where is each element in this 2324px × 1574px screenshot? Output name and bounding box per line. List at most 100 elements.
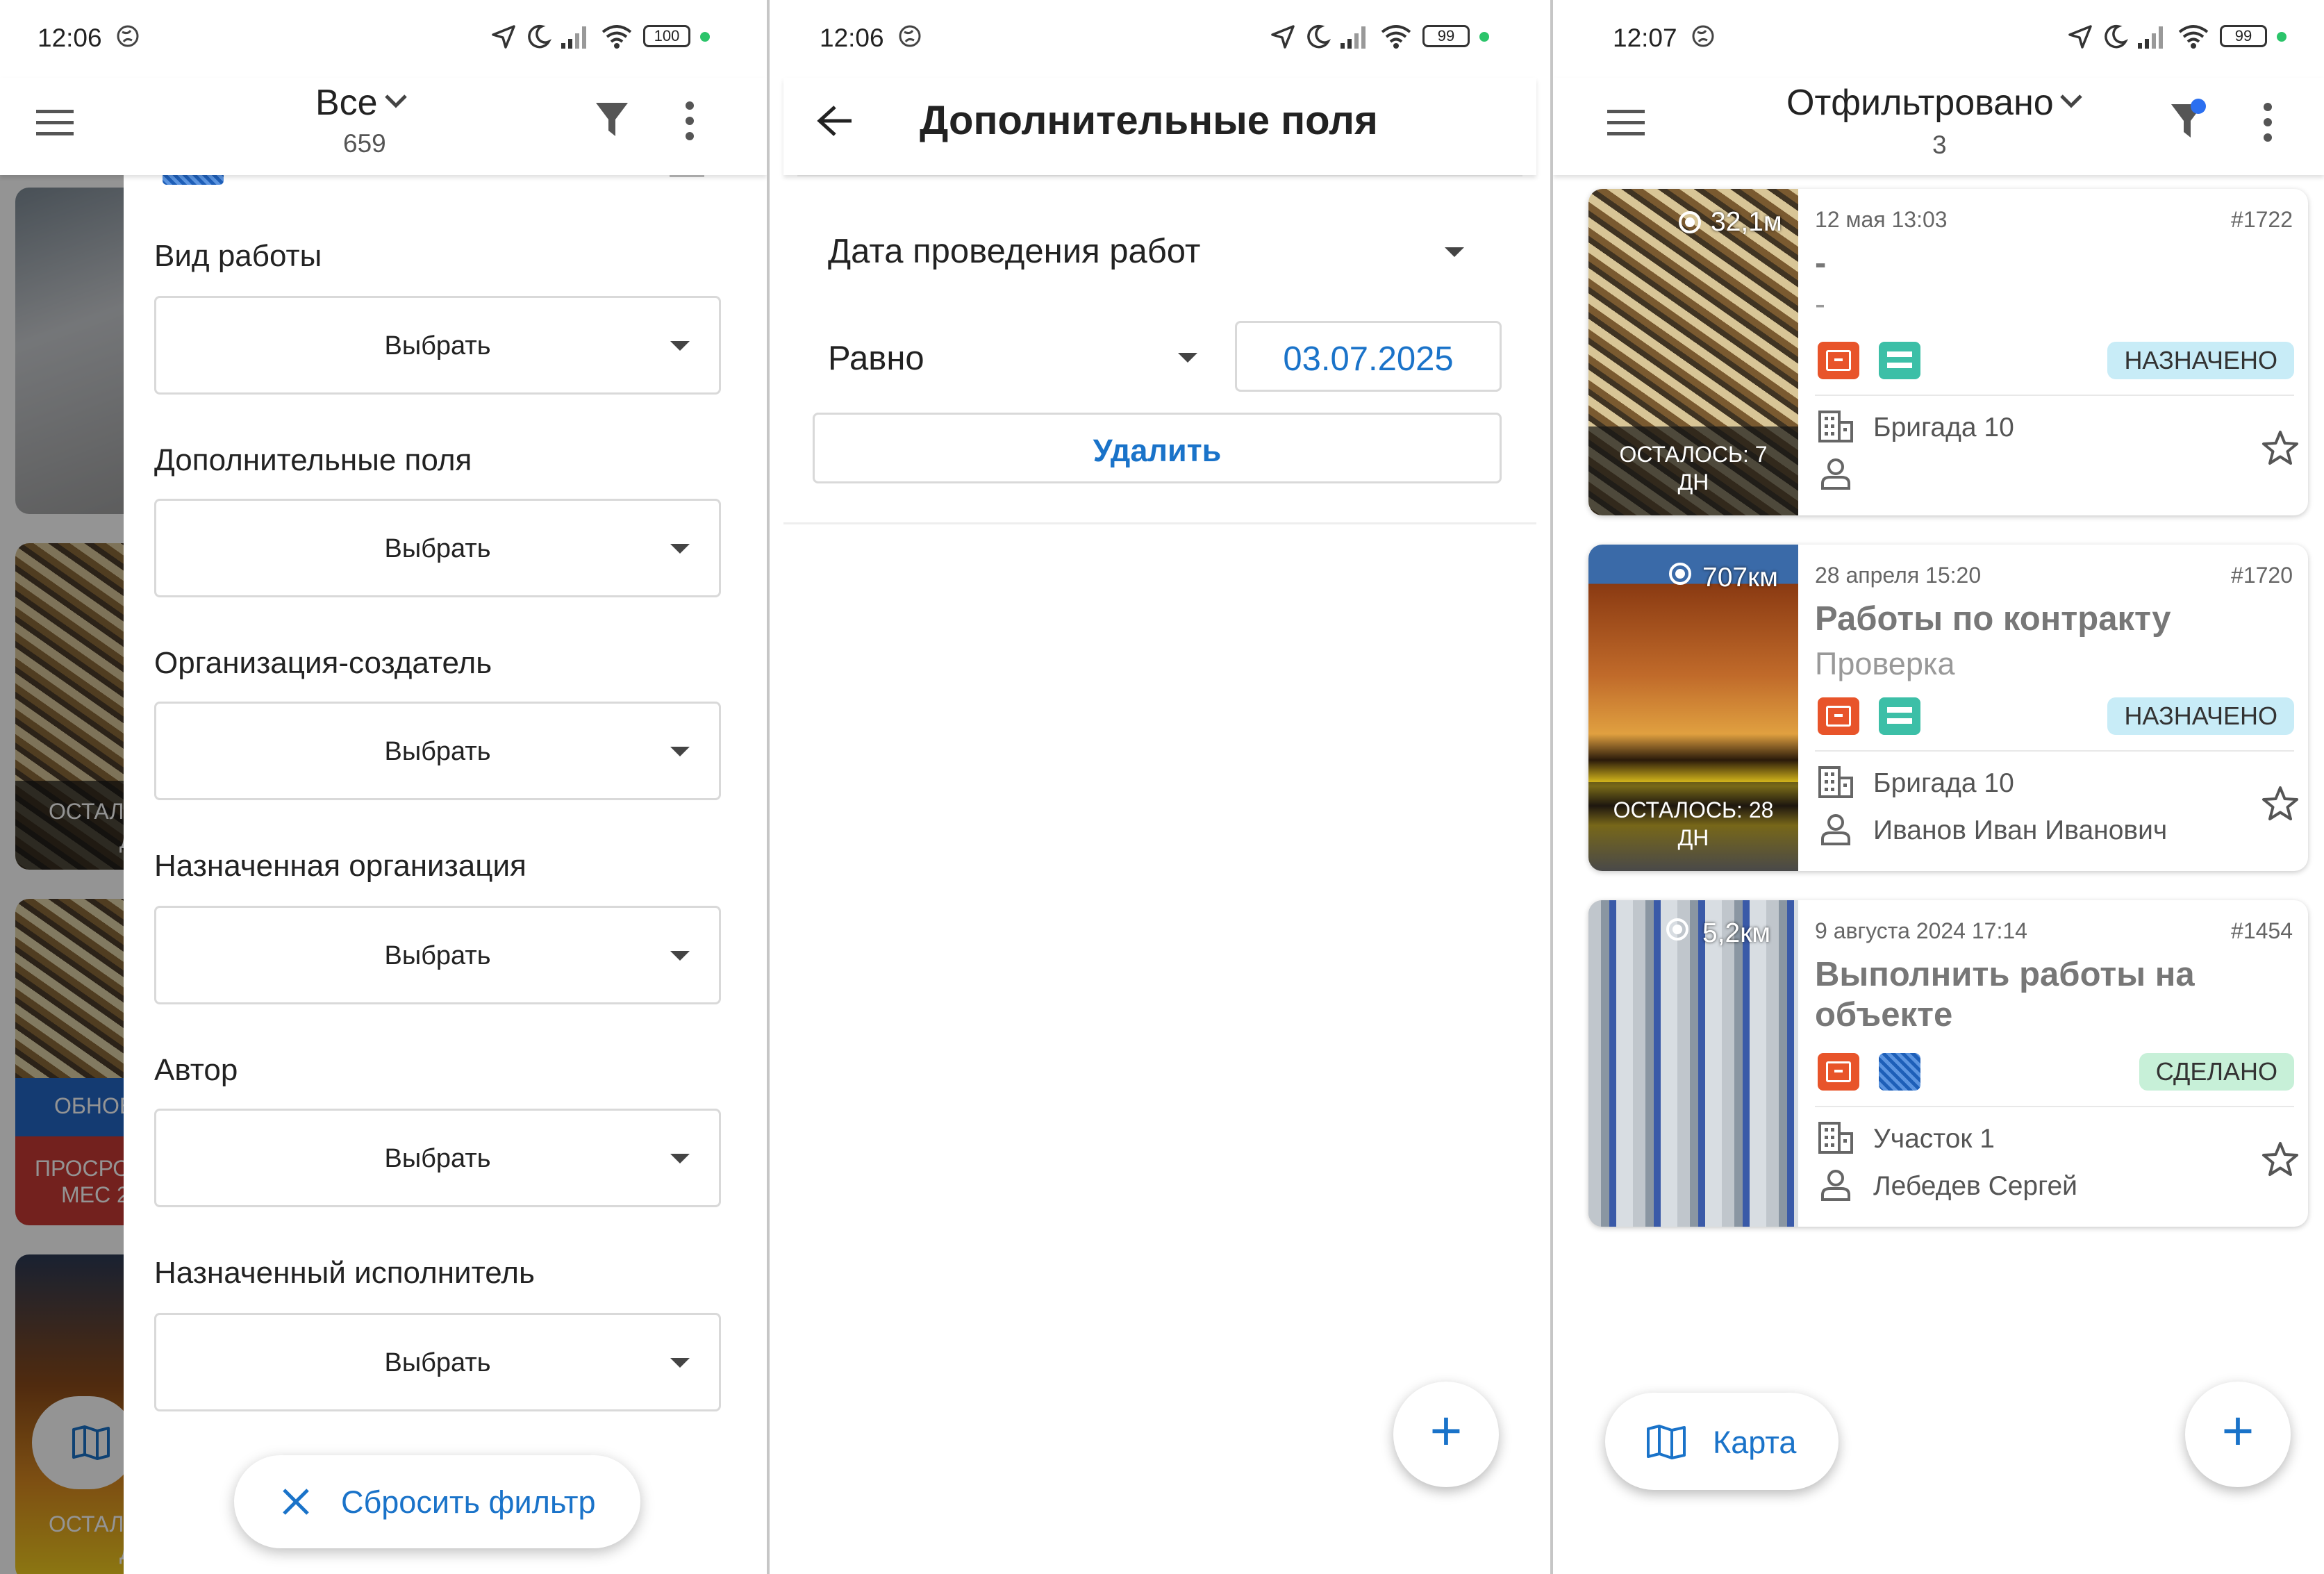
creator-org-select[interactable]: Выбрать <box>154 702 721 800</box>
screen-filter-panel: 12:06 100 Все 659 ОСТАЛ Д ОБНОВ ПРОСРО М… <box>0 0 767 1574</box>
target-icon <box>1666 918 1688 941</box>
more-vert-icon[interactable] <box>2263 103 2273 142</box>
status-badge: НАЗНАЧЕНО <box>2107 697 2294 735</box>
date-input[interactable]: 03.07.2025 <box>1235 321 1502 392</box>
task-photo: 5,2км <box>1588 900 1798 1227</box>
screen-extra-fields: 12:06 99 Дополнительные поля Дата провед… <box>770 0 1550 1574</box>
battery-icon: 100 <box>643 25 690 47</box>
distance-label: 32,1м <box>1711 207 1782 237</box>
filter-icon[interactable] <box>595 101 629 139</box>
filter-label-work-type: Вид работы <box>154 239 322 273</box>
type-orange-icon <box>1818 342 1859 379</box>
person-icon <box>1821 814 1850 845</box>
status-badge: СДЕЛАНО <box>2139 1053 2294 1091</box>
globe-status-icon <box>1692 25 1714 47</box>
privacy-dot <box>2277 32 2286 42</box>
type-teal-icon <box>1879 342 1920 379</box>
status-bar: 12:06 99 <box>770 0 1550 78</box>
signal-icon <box>1341 26 1366 49</box>
star-outline-icon[interactable] <box>2261 785 2300 822</box>
status-time: 12:07 <box>1613 24 1677 52</box>
assigned-org-select[interactable]: Выбрать <box>154 906 721 1004</box>
location-arrow-icon <box>492 25 515 49</box>
close-icon <box>283 1489 309 1515</box>
add-button[interactable]: + <box>1393 1382 1499 1487</box>
filter-active-dot <box>2191 99 2206 114</box>
divider <box>1815 1106 2294 1107</box>
back-arrow-icon[interactable] <box>815 103 854 139</box>
task-title: Работы по контракту <box>1815 600 2171 638</box>
operator-select-value[interactable]: Равно <box>828 339 924 378</box>
menu-icon[interactable] <box>36 107 74 138</box>
remaining-band: ОСТАЛОСЬ: 28 ДН <box>1588 782 1798 871</box>
distance-label: 5,2км <box>1702 918 1771 948</box>
add-icon: + <box>1429 1400 1463 1461</box>
item-count: 659 <box>343 129 386 158</box>
view-title[interactable]: Отфильтровано <box>1786 82 2054 124</box>
filter-label-author: Автор <box>154 1053 238 1087</box>
extra-fields-select[interactable]: Выбрать <box>154 499 721 597</box>
moon-icon <box>1307 24 1331 49</box>
task-person: Лебедев Сергей <box>1873 1171 2077 1201</box>
task-subtitle: - <box>1815 286 1825 322</box>
status-bar: 12:07 99 <box>1553 0 2324 78</box>
chevron-down-icon[interactable] <box>383 93 408 110</box>
delete-button[interactable]: Удалить <box>813 413 1502 483</box>
task-card-1720[interactable]: 707км ОСТАЛОСЬ: 28 ДН 28 апреля 15:20 #1… <box>1588 545 2308 871</box>
task-org: Бригада 10 <box>1873 413 2014 442</box>
filter-drawer: Вид работы Выбрать Дополнительные поля В… <box>124 175 767 1574</box>
building-icon <box>1818 1122 1853 1154</box>
view-title[interactable]: Все <box>315 82 378 124</box>
dropdown-caret-icon <box>670 544 690 554</box>
battery-icon: 99 <box>1422 25 1470 47</box>
task-number: #1720 <box>2231 563 2293 588</box>
map-button[interactable]: Карта <box>1605 1393 1839 1490</box>
divider <box>670 175 704 177</box>
task-date: 12 мая 13:03 <box>1815 207 1948 232</box>
app-bar: Все 659 <box>0 78 767 175</box>
task-card-1722[interactable]: 32,1м ОСТАЛОСЬ: 7 ДН 12 мая 13:03 #1722 … <box>1588 189 2308 515</box>
screen-filtered-list: 12:07 99 Отфильтровано 3 32,1м ОСТАЛОСЬ:… <box>1553 0 2324 1574</box>
filter-label-extra-fields: Дополнительные поля <box>154 443 472 477</box>
field-select-value[interactable]: Дата проведения работ <box>828 232 1200 271</box>
app-bar: Отфильтровано 3 <box>1553 78 2324 175</box>
author-select[interactable]: Выбрать <box>154 1109 721 1207</box>
reset-filter-button[interactable]: Сбросить фильтр <box>234 1455 640 1548</box>
moon-icon <box>528 24 551 49</box>
wifi-icon <box>1381 25 1411 49</box>
privacy-dot <box>1479 32 1489 42</box>
dropdown-caret-icon <box>670 341 690 351</box>
target-icon <box>1679 211 1701 233</box>
filter-label-creator-org: Организация-создатель <box>154 646 492 680</box>
add-button[interactable]: + <box>2185 1382 2291 1487</box>
star-outline-icon[interactable] <box>2261 429 2300 467</box>
task-title: - <box>1815 245 1827 282</box>
add-icon: + <box>2221 1400 2255 1461</box>
page-title: Дополнительные поля <box>920 98 1378 143</box>
signal-icon <box>561 26 586 49</box>
task-number: #1722 <box>2231 207 2293 232</box>
task-org: Участок 1 <box>1873 1124 1995 1154</box>
filter-label-assigned-org: Назначенная организация <box>154 849 526 883</box>
work-type-select[interactable]: Выбрать <box>154 296 721 395</box>
privacy-dot <box>700 32 710 42</box>
dropdown-caret-icon[interactable] <box>1178 353 1197 363</box>
target-icon <box>1669 563 1691 585</box>
more-vert-icon[interactable] <box>685 101 695 140</box>
task-title: Выполнить работы на объекте <box>1815 956 2195 1034</box>
type-swatch <box>163 175 224 185</box>
location-arrow-icon <box>2068 25 2092 49</box>
building-icon <box>1818 411 1853 442</box>
star-outline-icon[interactable] <box>2261 1141 2300 1178</box>
chevron-down-icon[interactable] <box>2059 93 2084 110</box>
building-icon <box>1818 766 1853 798</box>
assignee-select[interactable]: Выбрать <box>154 1313 721 1411</box>
globe-status-icon <box>117 25 139 47</box>
type-blue-icon <box>1879 1053 1920 1091</box>
dropdown-caret-icon[interactable] <box>1445 247 1464 257</box>
menu-icon[interactable] <box>1607 107 1645 138</box>
distance-label: 707км <box>1702 563 1778 593</box>
task-card-1454[interactable]: 5,2км 9 августа 2024 17:14 #1454 Выполни… <box>1588 900 2308 1227</box>
dropdown-caret-icon <box>670 1154 690 1163</box>
filter-label-assignee: Назначенный исполнитель <box>154 1256 535 1290</box>
